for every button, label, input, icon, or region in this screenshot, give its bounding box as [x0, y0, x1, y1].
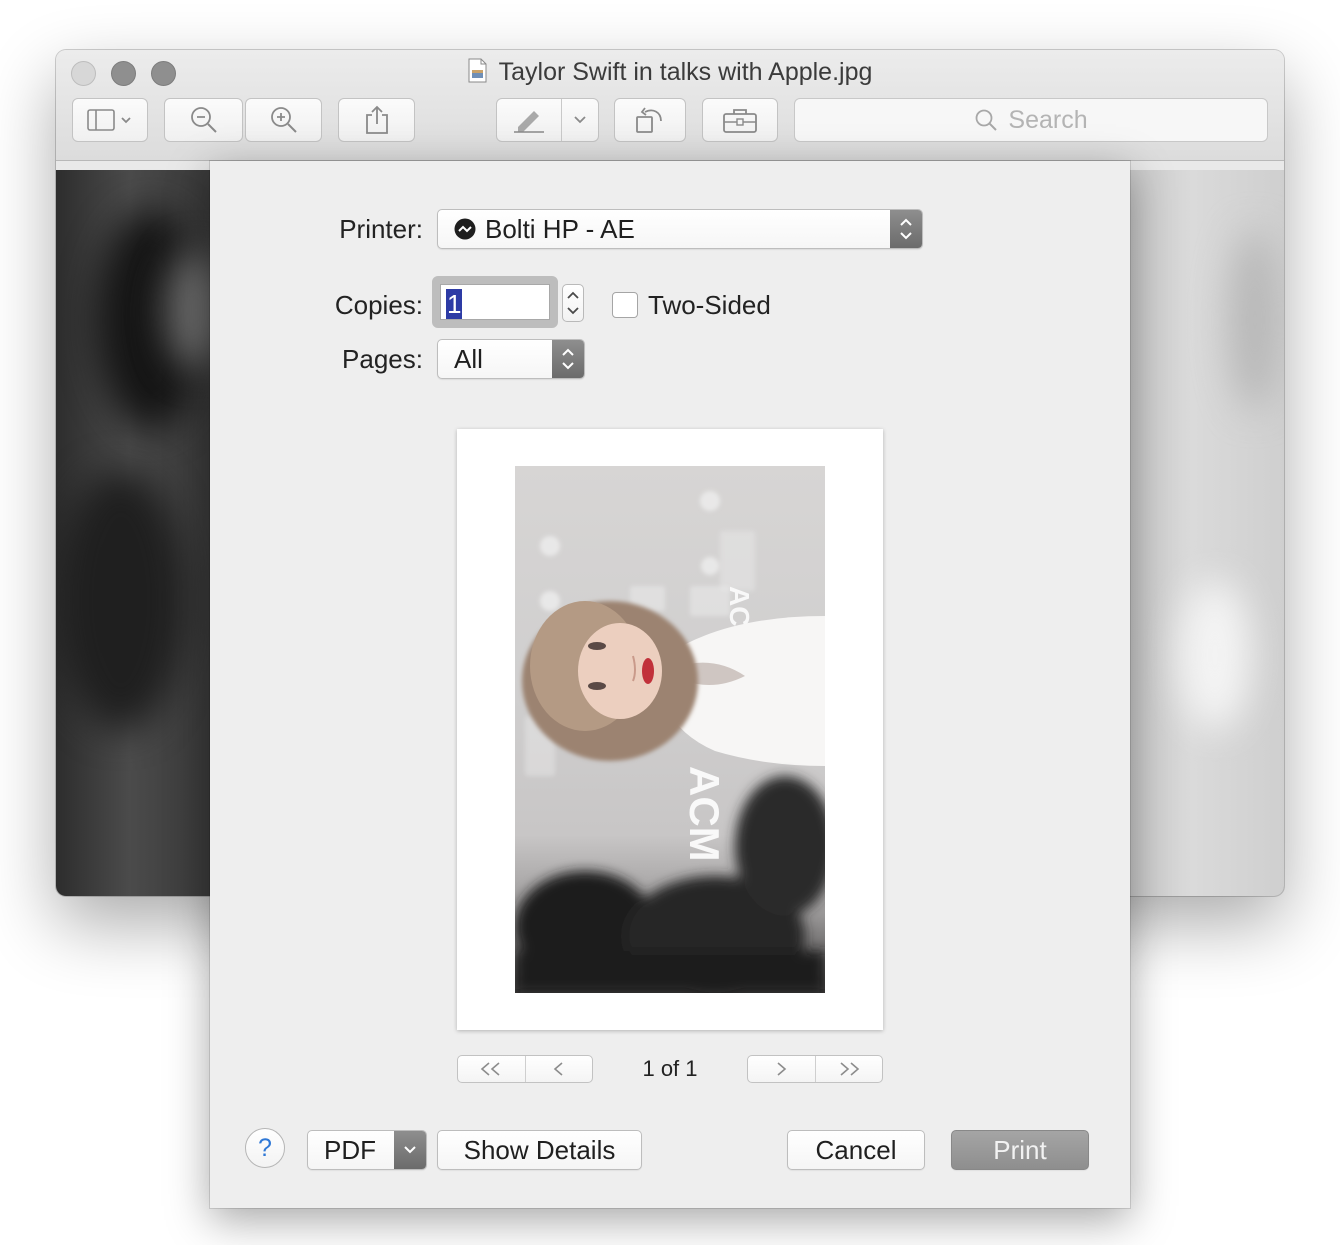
- page-nav-back-group: [457, 1055, 593, 1083]
- printer-value: Bolti HP - AE: [485, 213, 635, 244]
- double-chevron-left-icon: [481, 1062, 500, 1076]
- pages-value: All: [454, 343, 483, 374]
- next-page-button[interactable]: [748, 1056, 815, 1082]
- copies-field-focus-ring: 1: [432, 276, 558, 328]
- chevron-left-icon: [553, 1062, 563, 1076]
- up-down-arrows-icon: [552, 340, 584, 378]
- markup-button[interactable]: [496, 98, 599, 142]
- show-details-button[interactable]: Show Details: [437, 1130, 642, 1170]
- markup-menu-button[interactable]: [562, 115, 598, 125]
- zoom-in-button[interactable]: [245, 98, 322, 142]
- copies-label: Copies:: [334, 290, 423, 320]
- share-icon: [365, 105, 388, 134]
- previous-page-button[interactable]: [524, 1056, 593, 1082]
- pen-icon: [514, 111, 544, 133]
- title-bar: Taylor Swift in talks with Apple.jpg Sea…: [56, 50, 1284, 161]
- toolbox-icon: [723, 109, 757, 133]
- two-sided-label[interactable]: Two-Sided: [648, 290, 771, 321]
- pages-label: Pages:: [342, 344, 423, 374]
- window-title: Taylor Swift in talks with Apple.jpg: [56, 58, 1284, 87]
- show-details-label: Show Details: [463, 1134, 616, 1165]
- rotate-icon: [636, 107, 662, 133]
- chevron-right-icon: [777, 1062, 787, 1076]
- printer-popup[interactable]: Bolti HP - AE: [437, 209, 923, 249]
- copies-value: 1: [446, 289, 463, 319]
- preview-photo: ACM ACM: [515, 466, 825, 993]
- window-title-text: Taylor Swift in talks with Apple.jpg: [498, 58, 873, 86]
- copies-stepper[interactable]: [562, 284, 584, 322]
- pages-popup[interactable]: All: [437, 339, 585, 379]
- search-icon: [975, 109, 998, 131]
- up-down-arrows-icon: [890, 210, 922, 248]
- svg-text:ACM: ACM: [681, 766, 728, 862]
- printer-status-icon: [454, 218, 476, 240]
- help-button[interactable]: ?: [245, 1128, 285, 1168]
- first-page-button[interactable]: [458, 1056, 525, 1082]
- chevron-down-icon: [574, 116, 586, 124]
- print-preview-page: ACM ACM: [457, 429, 883, 1030]
- page-nav-forward-group: [747, 1055, 883, 1083]
- pdf-menu-button[interactable]: PDF: [307, 1130, 427, 1170]
- zoom-in-icon: [270, 107, 297, 133]
- printer-label: Printer:: [339, 214, 423, 244]
- stepper-arrows-icon: [567, 291, 579, 315]
- page-count: 1 of 1: [642, 1056, 698, 1081]
- search-placeholder: Search: [1008, 105, 1088, 134]
- help-icon: ?: [258, 1133, 272, 1162]
- photo-illustration: ACM ACM: [515, 491, 825, 993]
- search-field[interactable]: Search: [794, 98, 1268, 142]
- share-button[interactable]: [338, 98, 415, 142]
- cancel-label: Cancel: [815, 1134, 897, 1165]
- rotate-button[interactable]: [614, 98, 686, 142]
- chevron-down-icon: [394, 1131, 426, 1169]
- sidebar-icon: [87, 109, 131, 131]
- print-button[interactable]: Print: [951, 1130, 1089, 1170]
- toolbox-button[interactable]: [702, 98, 778, 142]
- print-label: Print: [993, 1134, 1047, 1165]
- pdf-label: PDF: [324, 1134, 376, 1165]
- document-icon: [468, 58, 487, 83]
- sidebar-toggle-button[interactable]: [72, 98, 148, 142]
- zoom-out-icon: [190, 107, 217, 133]
- double-chevron-right-icon: [840, 1062, 859, 1076]
- zoom-out-button[interactable]: [164, 98, 243, 142]
- last-page-button[interactable]: [814, 1056, 883, 1082]
- cancel-button[interactable]: Cancel: [787, 1130, 925, 1170]
- copies-field[interactable]: 1: [440, 284, 550, 320]
- two-sided-checkbox[interactable]: [612, 292, 638, 318]
